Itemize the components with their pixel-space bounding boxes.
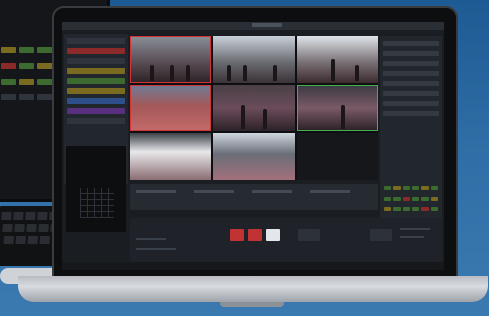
multiview-info-bar: [130, 184, 378, 210]
source-row[interactable]: [67, 58, 125, 64]
settings-row[interactable]: [383, 71, 439, 76]
menu-bar-title: [252, 23, 282, 27]
transition-option[interactable]: [298, 229, 320, 241]
laptop-opening-notch: [220, 302, 284, 307]
cut-button[interactable]: [230, 229, 244, 241]
multiview-tile-8[interactable]: [213, 133, 295, 180]
source-row[interactable]: [67, 118, 125, 124]
multiview-tile-1[interactable]: [130, 36, 212, 83]
laptop-base: [18, 276, 488, 302]
source-row[interactable]: [67, 98, 125, 104]
source-row[interactable]: [67, 38, 125, 44]
multiview-tile-5[interactable]: [213, 84, 295, 132]
transition-controls: [130, 218, 442, 264]
settings-row[interactable]: [383, 81, 439, 86]
settings-row[interactable]: [383, 51, 439, 56]
clip-info: [136, 238, 166, 240]
info-cell: [194, 190, 234, 193]
source-row[interactable]: [67, 78, 125, 84]
source-row[interactable]: [67, 88, 125, 94]
settings-row[interactable]: [383, 61, 439, 66]
info-cell: [136, 190, 176, 193]
multiview-tile-7[interactable]: [130, 133, 212, 180]
fade-button[interactable]: [248, 229, 262, 241]
preview-monitor: [66, 146, 126, 232]
settings-row[interactable]: [383, 111, 439, 116]
source-row[interactable]: [67, 48, 125, 54]
info-cell: [252, 190, 292, 193]
settings-row[interactable]: [383, 101, 439, 106]
transition-option[interactable]: [370, 229, 392, 241]
settings-row[interactable]: [383, 91, 439, 96]
multiview-tile-2[interactable]: [213, 36, 295, 83]
clip-info: [136, 248, 176, 250]
laptop-screen: [62, 22, 444, 270]
multiview-grid: [130, 36, 378, 180]
auto-button[interactable]: [266, 229, 280, 241]
settings-row[interactable]: [383, 41, 439, 46]
source-row[interactable]: [67, 108, 125, 114]
menu-bar: [62, 22, 444, 30]
status-bar: [62, 262, 444, 270]
preview-grid: [80, 188, 114, 218]
multiview-tile-9[interactable]: [296, 133, 378, 180]
multiview-tile-3[interactable]: [296, 36, 378, 83]
status-info: [400, 236, 424, 238]
multiview-tile-6[interactable]: [296, 84, 378, 132]
multiview-tile-4[interactable]: [130, 84, 212, 132]
settings-panel: [380, 36, 442, 232]
source-row[interactable]: [67, 68, 125, 74]
status-info: [400, 228, 430, 230]
info-cell: [310, 190, 350, 193]
